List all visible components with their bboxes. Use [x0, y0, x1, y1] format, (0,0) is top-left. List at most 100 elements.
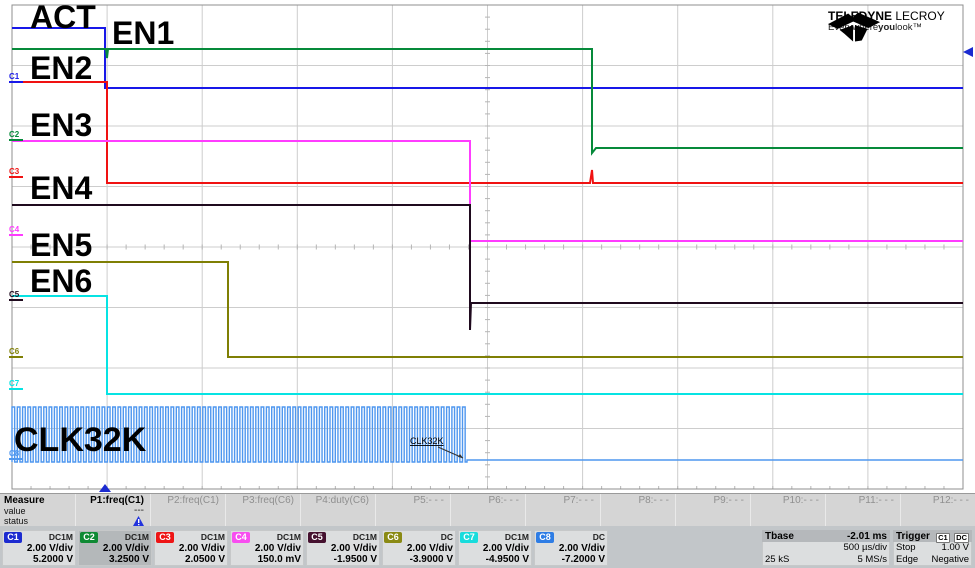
trigger-mode: Stop [896, 542, 916, 554]
measure-label-P9: P9:- - - [676, 495, 744, 506]
channel-scale-C7: 2.00 V/div [460, 543, 529, 554]
zero-marker-bar-C3 [9, 176, 23, 178]
measure-column-P1[interactable]: P1:freq(C1)--- [75, 494, 150, 526]
measure-label-P5: P5:- - - [376, 495, 444, 506]
zero-marker-bar-C5 [9, 299, 23, 301]
zero-marker-C2[interactable]: C2 [9, 130, 20, 139]
zero-marker-C3[interactable]: C3 [9, 167, 20, 176]
channel-descriptor-C4[interactable]: C4DC1M2.00 V/div150.0 mV [230, 530, 304, 566]
zero-marker-C1[interactable]: C1 [9, 72, 20, 81]
measure-column-P9[interactable]: P9:- - - [675, 494, 750, 526]
channel-badge-C8: C8 [536, 532, 554, 543]
timebase-scale: 500 µs/div [844, 542, 888, 554]
channel-scale-C4: 2.00 V/div [232, 543, 301, 554]
signal-label-EN6: EN6 [30, 265, 92, 297]
channel-descriptor-C8[interactable]: C8 DC2.00 V/div-7.2000 V [534, 530, 608, 566]
channel-badge-C5: C5 [308, 532, 326, 543]
channel-descriptor-C7[interactable]: C7DC1M2.00 V/div-4.9500 V [458, 530, 532, 566]
channel-descriptor-C6[interactable]: C6DC2.00 V/div-3.9000 V [382, 530, 456, 566]
zero-marker-bar-C4 [9, 234, 23, 236]
measure-title: Measure [4, 495, 75, 506]
measure-panel: Measure value status P1:freq(C1)---P2:fr… [0, 493, 975, 526]
measure-label-P4: P4:duty(C6) [301, 495, 369, 506]
measure-column-P5[interactable]: P5:- - - [375, 494, 450, 526]
oscilloscope-screen: C1C2C3C4C5C6C7C8CLK32K ACTEN1EN2EN3EN4EN… [0, 0, 975, 568]
channel-coupling-C4: DC1M [277, 532, 301, 542]
channel-badge-C3: C3 [156, 532, 174, 543]
signal-label-EN5: EN5 [30, 229, 92, 261]
zero-marker-C4[interactable]: C4 [9, 225, 20, 234]
measure-column-P4[interactable]: P4:duty(C6) [300, 494, 375, 526]
channel-coupling-C7: DC1M [505, 532, 529, 542]
trigger-position-marker[interactable] [99, 484, 111, 492]
channel-badge-C2: C2 [80, 532, 98, 543]
trigger-title: Trigger [896, 531, 930, 542]
measure-value-label: value [4, 506, 75, 516]
waveform-display: C1C2C3C4C5C6C7C8CLK32K ACTEN1EN2EN3EN4EN… [0, 0, 975, 493]
trigger-level: 1.00 V [942, 542, 969, 554]
signal-label-CLK32K: CLK32K [14, 423, 146, 457]
channel-scale-C8: 2.00 V/div [536, 543, 605, 554]
channel-scale-C2: 2.00 V/div [80, 543, 149, 554]
measure-value-P8 [601, 506, 669, 516]
measure-column-P6[interactable]: P6:- - - [450, 494, 525, 526]
scope-grid-svg: C1C2C3C4C5C6C7C8CLK32K [0, 0, 975, 493]
channel-scale-C5: 2.00 V/div [308, 543, 377, 554]
trigger-descriptor[interactable]: Trigger C1 DC Stop 1.00 V Edge Negative [893, 530, 972, 566]
measure-label-P6: P6:- - - [451, 495, 519, 506]
measure-value-P7 [526, 506, 594, 516]
measure-label-P12: P12:- - - [901, 495, 969, 506]
measure-value-P9 [676, 506, 744, 516]
timebase-descriptor[interactable]: Tbase -2.01 ms 500 µs/div 25 kS 5 MS/s [762, 530, 890, 566]
measure-value-P2 [151, 506, 219, 516]
timebase-delay: -2.01 ms [847, 531, 887, 542]
channel-badge-C7: C7 [460, 532, 478, 543]
zero-marker-bar-C7 [9, 388, 23, 390]
timebase-samples: 25 kS [765, 554, 789, 566]
measure-column-P10[interactable]: P10:- - - [750, 494, 825, 526]
channel-coupling-C2: DC1M [125, 532, 149, 542]
measure-column-P11[interactable]: P11:- - - [825, 494, 900, 526]
measure-value-P5 [376, 506, 444, 516]
zero-marker-C7[interactable]: C7 [9, 379, 20, 388]
timebase-rate: 5 MS/s [857, 554, 887, 566]
measure-label-P11: P11:- - - [826, 495, 894, 506]
channel-coupling-C1: DC1M [49, 532, 73, 542]
signal-label-EN3: EN3 [30, 109, 92, 141]
channel-offset-C6: -3.9000 V [384, 554, 453, 565]
clk32k-callout-label: CLK32K [410, 436, 444, 446]
trigger-kind: Edge [896, 554, 918, 566]
zero-marker-C6[interactable]: C6 [9, 347, 20, 356]
measure-column-P8[interactable]: P8:- - - [600, 494, 675, 526]
measure-value-P4 [301, 506, 369, 516]
measure-label-P7: P7:- - - [526, 495, 594, 506]
signal-label-EN1: EN1 [112, 17, 174, 49]
descriptor-bar: C1DC1M2.00 V/div5.2000 VC2DC1M2.00 V/div… [0, 526, 975, 568]
channel-badge-C1: C1 [4, 532, 22, 543]
channel-offset-C8: -7.2000 V [536, 554, 605, 565]
zero-marker-bar-C1 [9, 81, 23, 83]
channel-coupling-C8: DC [593, 532, 605, 542]
channel-descriptor-C2[interactable]: C2DC1M2.00 V/div3.2500 V [78, 530, 152, 566]
measure-row-headers: Measure value status [0, 494, 75, 526]
trigger-level-marker[interactable] [963, 47, 973, 57]
channel-offset-C4: 150.0 mV [232, 554, 301, 565]
measure-column-P2[interactable]: P2:freq(C1) [150, 494, 225, 526]
measure-value-P11 [826, 506, 894, 516]
measure-value-P12 [901, 506, 969, 516]
timebase-title: Tbase [765, 531, 794, 542]
measure-label-P8: P8:- - - [601, 495, 669, 506]
zero-marker-C5[interactable]: C5 [9, 290, 20, 299]
channel-offset-C5: -1.9500 V [308, 554, 377, 565]
channel-descriptor-C5[interactable]: C5DC1M2.00 V/div-1.9500 V [306, 530, 380, 566]
zero-marker-bar-C6 [9, 356, 23, 358]
channel-descriptor-C3[interactable]: C3DC1M2.00 V/div2.0500 V [154, 530, 228, 566]
measure-column-P12[interactable]: P12:- - - [900, 494, 975, 526]
measure-value-P6 [451, 506, 519, 516]
trigger-slope: Negative [932, 554, 970, 566]
channel-offset-C3: 2.0500 V [156, 554, 225, 565]
channel-descriptor-C1[interactable]: C1DC1M2.00 V/div5.2000 V [2, 530, 76, 566]
measure-column-P3[interactable]: P3:freq(C6) [225, 494, 300, 526]
measure-column-P7[interactable]: P7:- - - [525, 494, 600, 526]
channel-badge-C6: C6 [384, 532, 402, 543]
